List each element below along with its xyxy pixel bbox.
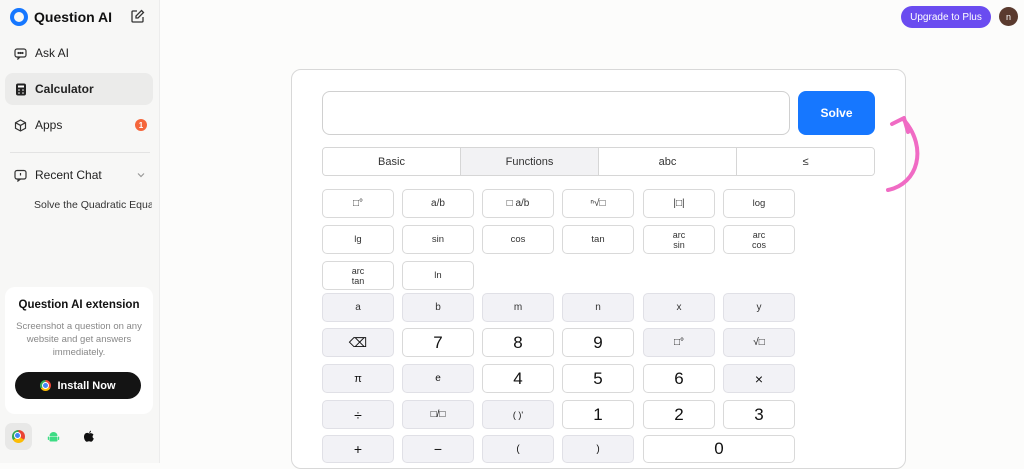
- apps-badge: 1: [135, 119, 147, 131]
- key-fraction-pad[interactable]: □/□: [402, 400, 474, 429]
- cube-icon: [14, 118, 27, 132]
- key-arcsin[interactable]: arc sin: [643, 225, 715, 254]
- chrome-icon: [12, 430, 25, 443]
- key-y[interactable]: y: [723, 293, 795, 322]
- key-b[interactable]: b: [402, 293, 474, 322]
- solve-button[interactable]: Solve: [798, 91, 875, 135]
- key-pi[interactable]: π: [322, 364, 394, 393]
- key-sin[interactable]: sin: [402, 225, 474, 254]
- key-e[interactable]: e: [402, 364, 474, 393]
- key-a[interactable]: a: [322, 293, 394, 322]
- edit-icon[interactable]: [130, 8, 146, 24]
- sidebar-item-apps[interactable]: Apps 1: [5, 109, 153, 141]
- key-9[interactable]: 9: [562, 328, 634, 357]
- sidebar: Question AI Ask AI Calculator Apps 1 Rec…: [0, 0, 160, 463]
- key-absolute[interactable]: |□|: [643, 189, 715, 218]
- key-m[interactable]: m: [482, 293, 554, 322]
- key-plus[interactable]: +: [322, 435, 394, 463]
- sidebar-item-label: Calculator: [35, 82, 94, 96]
- key-log[interactable]: log: [723, 189, 795, 218]
- sidebar-item-label: Apps: [35, 118, 63, 132]
- apple-platform-button[interactable]: [75, 423, 102, 450]
- sidebar-item-calculator[interactable]: Calculator: [5, 73, 153, 105]
- key-multiply[interactable]: ×: [723, 364, 795, 393]
- key-7[interactable]: 7: [402, 328, 474, 357]
- key-close-paren[interactable]: ): [562, 435, 634, 463]
- recent-chat-item[interactable]: Solve the Quadratic Equati: [34, 199, 152, 211]
- key-backspace[interactable]: ⌫: [322, 328, 394, 357]
- sidebar-divider: [10, 152, 150, 153]
- key-cos[interactable]: cos: [482, 225, 554, 254]
- expression-input[interactable]: [322, 91, 790, 135]
- extension-title: Question AI extension: [18, 299, 140, 311]
- question-ai-logo-icon: [10, 8, 28, 26]
- key-3[interactable]: 3: [723, 400, 795, 429]
- key-open-paren[interactable]: (: [482, 435, 554, 463]
- avatar[interactable]: n: [999, 7, 1018, 26]
- keypad-tabs: Basic Functions abc ≤: [322, 147, 875, 176]
- install-now-label: Install Now: [57, 379, 116, 392]
- tab-functions[interactable]: Functions: [461, 148, 599, 175]
- key-6[interactable]: 6: [643, 364, 715, 393]
- recent-chat-label: Recent Chat: [35, 168, 102, 182]
- brand[interactable]: Question AI: [10, 7, 112, 27]
- apple-icon: [83, 430, 94, 442]
- sidebar-item-ask-ai[interactable]: Ask AI: [5, 37, 153, 69]
- key-mixed-fraction[interactable]: □ a/b: [482, 189, 554, 218]
- key-arctan[interactable]: arc tan: [322, 261, 394, 290]
- key-minus[interactable]: −: [402, 435, 474, 463]
- calculator-icon: [14, 83, 27, 96]
- extension-card: Question AI extension Screenshot a quest…: [5, 287, 153, 414]
- key-arccos[interactable]: arc cos: [723, 225, 795, 254]
- key-8[interactable]: 8: [482, 328, 554, 357]
- chrome-platform-button[interactable]: [5, 423, 32, 450]
- backspace-icon: ⌫: [348, 334, 368, 350]
- key-fraction[interactable]: a/b: [402, 189, 474, 218]
- upgrade-to-plus-button[interactable]: Upgrade to Plus: [901, 6, 991, 28]
- tab-basic[interactable]: Basic: [323, 148, 461, 175]
- key-divide[interactable]: ÷: [322, 400, 394, 429]
- key-4[interactable]: 4: [482, 364, 554, 393]
- key-ln[interactable]: ln: [402, 261, 474, 290]
- chat-bubble-icon: [14, 47, 27, 60]
- key-degree-pad[interactable]: □°: [643, 328, 715, 357]
- android-platform-button[interactable]: [40, 423, 67, 450]
- android-icon: [47, 432, 60, 442]
- install-now-button[interactable]: Install Now: [15, 372, 141, 399]
- key-0[interactable]: 0: [643, 435, 795, 463]
- chat-history-icon: [14, 169, 27, 182]
- brand-name: Question AI: [34, 9, 113, 25]
- chrome-icon: [40, 380, 52, 391]
- sidebar-item-label: Ask AI: [35, 46, 70, 60]
- chevron-down-icon[interactable]: [137, 171, 145, 179]
- key-tan[interactable]: tan: [562, 225, 634, 254]
- tab-inequality[interactable]: ≤: [737, 148, 874, 175]
- key-nth-root[interactable]: ⁿ√□: [562, 189, 634, 218]
- key-parentheses-power[interactable]: ( )': [482, 400, 554, 429]
- annotation-arrow: [886, 116, 920, 192]
- platform-links: [5, 423, 102, 450]
- key-degree[interactable]: □°: [322, 189, 394, 218]
- key-5[interactable]: 5: [562, 364, 634, 393]
- recent-chat-header[interactable]: Recent Chat: [5, 159, 153, 191]
- key-sqrt[interactable]: √□: [723, 328, 795, 357]
- key-x[interactable]: x: [643, 293, 715, 322]
- key-lg[interactable]: lg: [322, 225, 394, 254]
- extension-description: Screenshot a question on any website and…: [16, 321, 142, 358]
- key-n[interactable]: n: [562, 293, 634, 322]
- key-2[interactable]: 2: [643, 400, 715, 429]
- tab-abc[interactable]: abc: [599, 148, 737, 175]
- key-1[interactable]: 1: [562, 400, 634, 429]
